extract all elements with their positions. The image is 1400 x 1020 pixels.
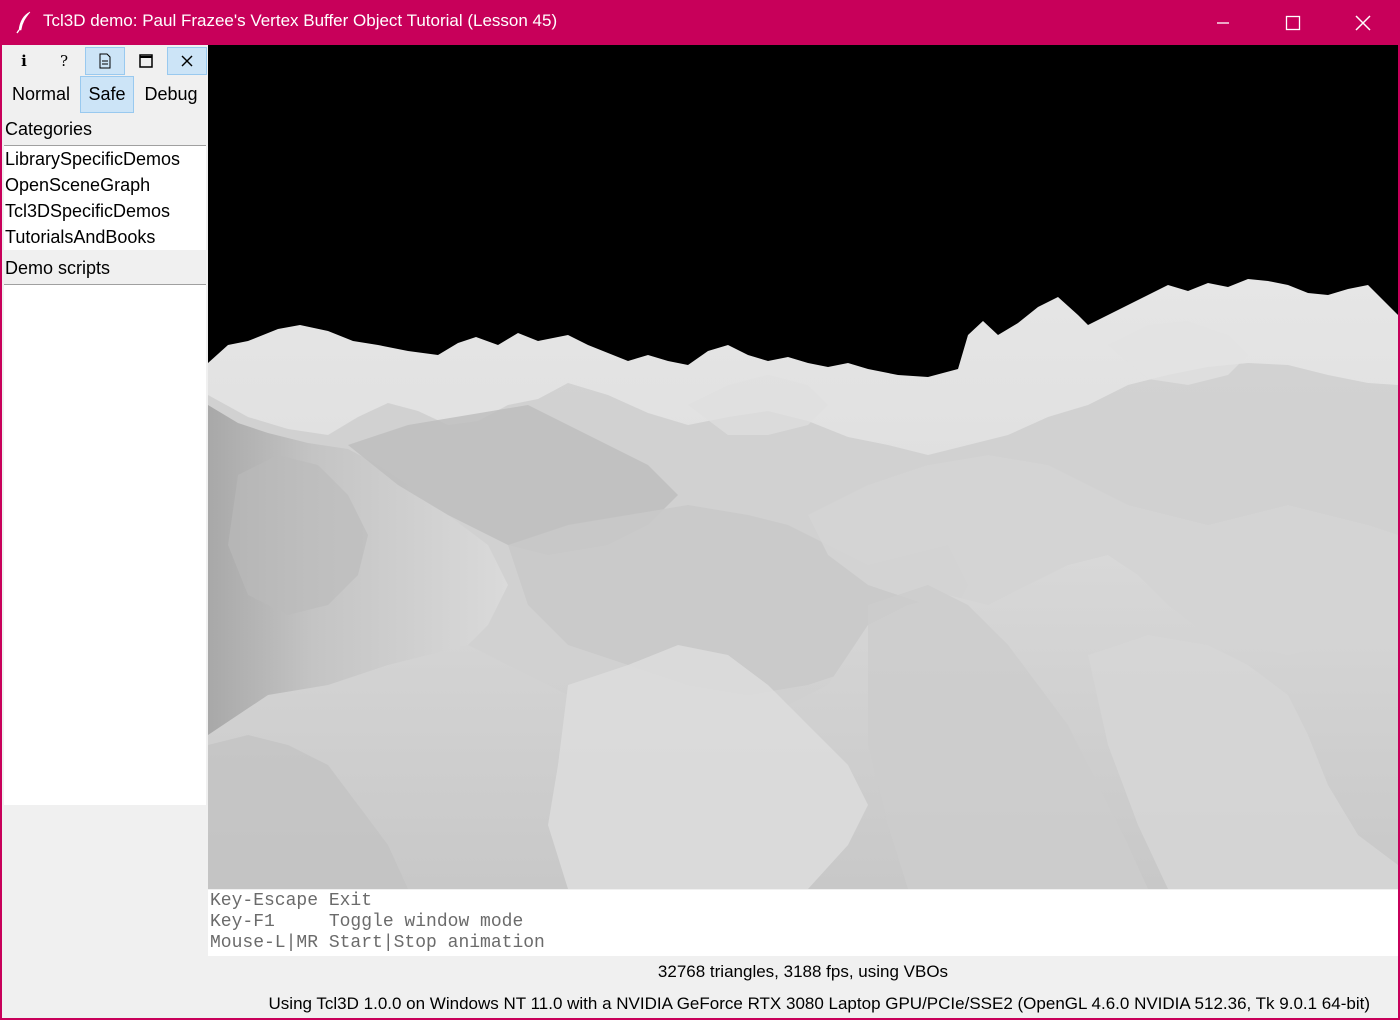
info-line: Key-Escape Exit — [210, 891, 373, 911]
info-icon: i — [21, 52, 27, 70]
demo-browser-panel: i ? Normal Safe Debug Categories Library… — [2, 45, 208, 1018]
terrain-render — [208, 279, 1398, 889]
app-window: Tcl3D demo: Paul Frazee's Vertex Buffer … — [0, 0, 1400, 1020]
window-title: Tcl3D demo: Paul Frazee's Vertex Buffer … — [43, 11, 558, 30]
close-icon — [1355, 14, 1371, 31]
list-item[interactable]: Tcl3DSpecificDemos — [4, 198, 206, 224]
document-icon — [99, 53, 111, 69]
minimize-button[interactable] — [1188, 0, 1258, 45]
opengl-canvas[interactable] — [208, 45, 1398, 889]
fullscreen-button[interactable] — [126, 47, 166, 75]
mode-debug-button[interactable]: Debug — [136, 76, 206, 113]
toolbar: i ? — [4, 47, 208, 75]
feather-icon — [16, 11, 31, 34]
title-bar[interactable]: Tcl3D demo: Paul Frazee's Vertex Buffer … — [0, 0, 1400, 45]
close-icon — [181, 55, 193, 67]
info-button[interactable]: i — [4, 47, 44, 75]
info-line: Key-F1 Toggle window mode — [210, 912, 524, 932]
info-line: Mouse-L|MR Start|Stop animation — [210, 933, 545, 953]
close-button[interactable] — [1328, 0, 1398, 45]
list-item[interactable]: TutorialsAndBooks — [4, 224, 206, 250]
mode-normal-button[interactable]: Normal — [4, 76, 78, 113]
exit-button[interactable] — [167, 47, 207, 75]
minimize-icon — [1217, 21, 1229, 24]
run-mode-selector: Normal Safe Debug — [4, 76, 208, 113]
help-button[interactable]: ? — [44, 47, 84, 75]
document-button[interactable] — [85, 47, 125, 75]
categories-list[interactable]: LibrarySpecificDemos OpenSceneGraph Tcl3… — [4, 145, 206, 250]
categories-label: Categories — [5, 119, 93, 139]
demo-scripts-list[interactable] — [4, 284, 206, 805]
render-stats: 32768 triangles, 3188 fps, using VBOs — [657, 962, 949, 981]
maximize-button[interactable] — [1258, 0, 1328, 45]
maximize-icon — [1285, 15, 1301, 30]
maximize-icon — [139, 54, 153, 68]
list-item[interactable]: OpenSceneGraph — [4, 172, 206, 198]
version-info: Using Tcl3D 1.0.0 on Windows NT 11.0 wit… — [268, 994, 1370, 1013]
client-area: i ? Normal Safe Debug Categories Library… — [2, 45, 1398, 1018]
demo-scripts-label: Demo scripts — [5, 258, 111, 278]
list-item[interactable]: LibrarySpecificDemos — [4, 146, 206, 172]
help-icon: ? — [59, 52, 69, 70]
mode-safe-button[interactable]: Safe — [80, 76, 134, 113]
key-bindings-text: Key-Escape Exit Key-F1 Toggle window mod… — [208, 890, 1398, 956]
